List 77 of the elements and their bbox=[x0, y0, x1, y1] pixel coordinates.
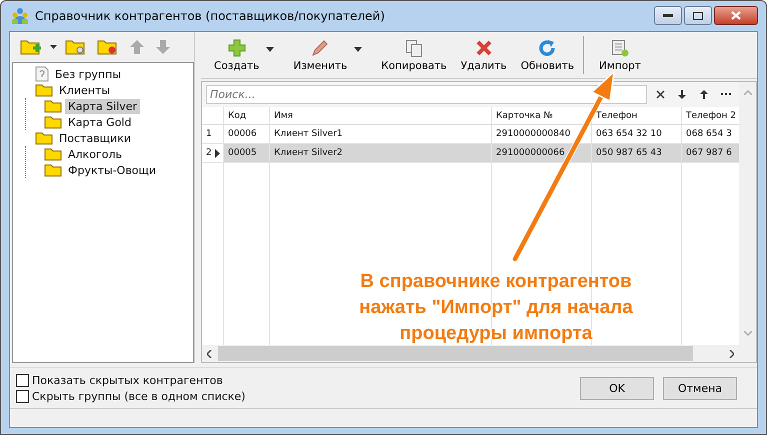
folder-icon bbox=[35, 131, 53, 145]
tree-item[interactable]: Карта Gold bbox=[65, 114, 134, 130]
tree-item[interactable]: Карта Silver bbox=[65, 98, 140, 114]
close-icon bbox=[656, 90, 664, 99]
window-title: Справочник контрагентов (поставщиков/покупателей) bbox=[35, 9, 385, 23]
table-cell: 050 987 65 43 bbox=[592, 144, 682, 162]
folder-icon bbox=[44, 99, 62, 113]
table-plus-icon bbox=[610, 38, 629, 56]
checkbox-option[interactable]: Скрыть группы (все в одном списке) bbox=[16, 390, 246, 402]
column-header[interactable]: Имя bbox=[270, 107, 492, 124]
delete-icon bbox=[474, 38, 493, 56]
close-icon bbox=[731, 11, 741, 20]
folder-icon bbox=[44, 115, 62, 129]
plus-icon bbox=[228, 38, 246, 56]
caret-icon[interactable] bbox=[266, 46, 274, 52]
tree-item[interactable]: Алкоголь bbox=[65, 146, 125, 162]
horizontal-scrollbar[interactable] bbox=[202, 345, 739, 362]
vertical-scrollbar[interactable] bbox=[739, 82, 756, 362]
down-arrow-icon bbox=[678, 90, 686, 99]
close-button[interactable] bbox=[714, 6, 758, 25]
callout-text: процедуры импорта bbox=[400, 322, 592, 346]
table-cell: 2910000000840 bbox=[492, 125, 592, 143]
table-cell-text: 068 654 3 bbox=[685, 128, 733, 141]
minimize-button[interactable] bbox=[654, 6, 682, 25]
caret-icon[interactable] bbox=[354, 46, 362, 52]
folder-delete-icon bbox=[97, 38, 119, 56]
table-cell: 063 654 32 10 bbox=[592, 125, 682, 143]
dialog-button[interactable]: Отмена bbox=[663, 376, 737, 400]
copy-icon bbox=[404, 38, 423, 56]
folder-icon bbox=[44, 147, 62, 161]
table-cell: Клиент Silver1 bbox=[270, 125, 492, 143]
tree-item[interactable]: Фрукты-Овощи bbox=[65, 162, 160, 178]
column-header[interactable]: Телефон 2 bbox=[682, 107, 739, 124]
toolbar-button[interactable]: Создать bbox=[207, 38, 266, 72]
up-arrow-icon bbox=[700, 90, 708, 99]
row-number: 2 bbox=[206, 148, 212, 158]
question-page-icon bbox=[35, 66, 49, 82]
search-field[interactable]: Поиск... bbox=[206, 85, 647, 104]
checkbox-option[interactable]: Показать скрытых контрагентов bbox=[16, 374, 246, 386]
column-header[interactable]: Телефон bbox=[592, 107, 682, 124]
column-header[interactable]: Код bbox=[224, 107, 270, 124]
add-group-button[interactable] bbox=[18, 38, 44, 56]
callout-text: нажать "Импорт" для начала bbox=[359, 296, 633, 320]
dialog-button[interactable]: OK bbox=[580, 376, 654, 400]
tree-item[interactable]: Поставщики bbox=[56, 130, 134, 146]
column-header[interactable]: Карточка № bbox=[492, 107, 592, 124]
toolbar-button[interactable]: Импорт bbox=[592, 38, 648, 72]
maximize-icon bbox=[693, 12, 703, 20]
down-arrow-icon bbox=[155, 39, 171, 55]
checkbox[interactable] bbox=[16, 374, 29, 386]
folder-icon bbox=[44, 163, 62, 177]
maximize-button[interactable] bbox=[684, 6, 712, 25]
table-cell: 00006 bbox=[224, 125, 270, 143]
toolbar-button[interactable]: Изменить bbox=[286, 38, 354, 72]
pencil-icon bbox=[311, 38, 330, 56]
row-pointer-icon bbox=[214, 148, 220, 158]
up-arrow-icon bbox=[129, 39, 145, 55]
table-cell: Клиент Silver2 bbox=[270, 144, 492, 162]
tree-item[interactable]: Без группы bbox=[52, 66, 124, 82]
people-icon bbox=[11, 7, 29, 25]
callout-text: В справочнике контрагентов bbox=[360, 270, 632, 294]
ellipsis-icon bbox=[721, 93, 731, 96]
tree-item[interactable]: Клиенты bbox=[56, 82, 114, 98]
minimize-icon bbox=[663, 14, 673, 18]
folder-icon bbox=[35, 83, 53, 97]
checkbox[interactable] bbox=[16, 390, 29, 402]
toolbar-button[interactable]: Копировать bbox=[374, 38, 454, 72]
toolbar-button[interactable]: Удалить bbox=[454, 38, 514, 72]
folder-plus-icon bbox=[20, 38, 42, 56]
table-row[interactable]: 2 00005 Клиент Silver2 291000000066 050 987 65 43 067 987 6 bbox=[202, 144, 739, 163]
refresh-icon bbox=[538, 38, 556, 56]
caret-icon[interactable] bbox=[50, 45, 57, 49]
toolbar-button[interactable]: Обновить bbox=[514, 38, 582, 72]
table-cell: 291000000066 bbox=[492, 144, 592, 162]
table-cell-text: 067 987 6 bbox=[685, 147, 733, 160]
table-cell: 00005 bbox=[224, 144, 270, 162]
row-number: 1 bbox=[206, 129, 212, 139]
